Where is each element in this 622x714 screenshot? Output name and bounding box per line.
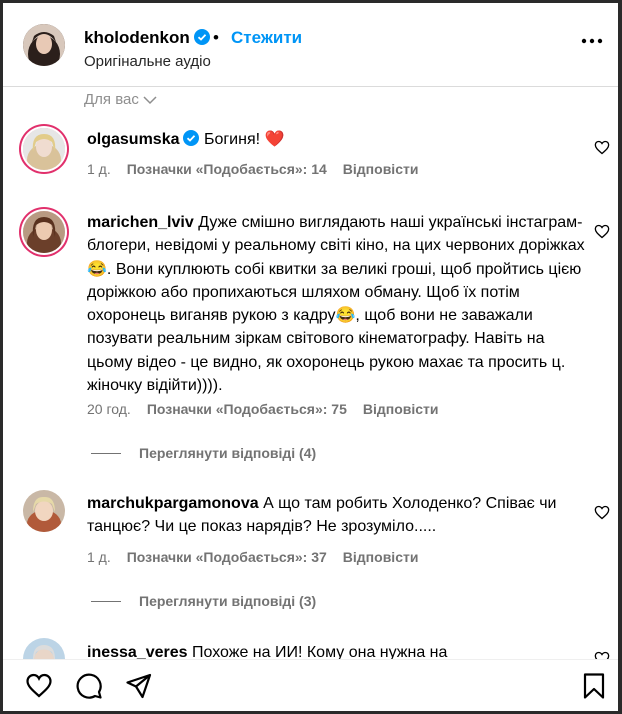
sort-label: Для вас [84, 91, 139, 108]
share-icon[interactable] [125, 672, 153, 700]
view-replies-label: Переглянути відповіді (4) [139, 445, 317, 461]
view-replies-button[interactable]: Переглянути відповіді (3) [91, 593, 316, 609]
verified-icon [183, 130, 200, 146]
follow-button[interactable]: Стежити [231, 28, 302, 48]
comment-username[interactable]: olgasumska [87, 131, 179, 148]
reply-button[interactable]: Відповісти [343, 161, 419, 177]
comment-likes-count[interactable]: Позначки «Подобається»: 14 [127, 161, 327, 177]
post-header: kholodenkon • Стежити Оригінальне аудіо [3, 3, 618, 87]
author-username-text[interactable]: kholodenkon [84, 28, 190, 47]
comment-username[interactable]: marchukpargamonova [87, 495, 259, 512]
replies-divider [91, 601, 121, 602]
reply-button[interactable]: Відповісти [343, 549, 419, 565]
action-bar [3, 659, 618, 711]
chevron-down-icon [143, 96, 157, 105]
view-replies-button[interactable]: Переглянути відповіді (4) [91, 445, 316, 461]
sort-dropdown[interactable]: Для вас [84, 91, 163, 108]
comment-text: Дуже смішно виглядають наші українські і… [87, 214, 585, 395]
comment-time[interactable]: 1 д. [87, 549, 111, 565]
reply-button[interactable]: Відповісти [363, 401, 439, 417]
bookmark-icon[interactable] [580, 672, 608, 700]
heart-icon[interactable] [594, 140, 610, 155]
view-replies-label: Переглянути відповіді (3) [139, 593, 317, 609]
comment-likes-count[interactable]: Позначки «Подобається»: 37 [127, 549, 327, 565]
comment-icon[interactable] [75, 672, 103, 700]
commenter-avatar[interactable] [23, 490, 65, 532]
commenter-avatar[interactable] [23, 211, 65, 253]
heart-icon[interactable] [594, 224, 610, 239]
reel-comments-panel: kholodenkon • Стежити Оригінальне аудіо … [3, 3, 618, 711]
comment-likes-count[interactable]: Позначки «Подобається»: 75 [147, 401, 347, 417]
heart-icon[interactable] [594, 505, 610, 520]
heart-icon[interactable] [25, 672, 53, 700]
comment-time[interactable]: 20 год. [87, 401, 131, 417]
header-separator: • [213, 28, 219, 47]
replies-divider [91, 453, 121, 454]
commenter-avatar[interactable] [23, 128, 65, 170]
comment-time[interactable]: 1 д. [87, 161, 111, 177]
verified-icon [193, 29, 210, 45]
author-avatar[interactable] [23, 24, 65, 66]
comment-username[interactable]: marichen_lviv [87, 214, 194, 231]
original-audio-link[interactable]: Оригінальне аудіо [84, 53, 211, 70]
author-username[interactable]: kholodenkon [84, 28, 210, 48]
more-icon[interactable] [580, 37, 604, 45]
comment-text: Богиня! ❤️ [203, 131, 285, 148]
